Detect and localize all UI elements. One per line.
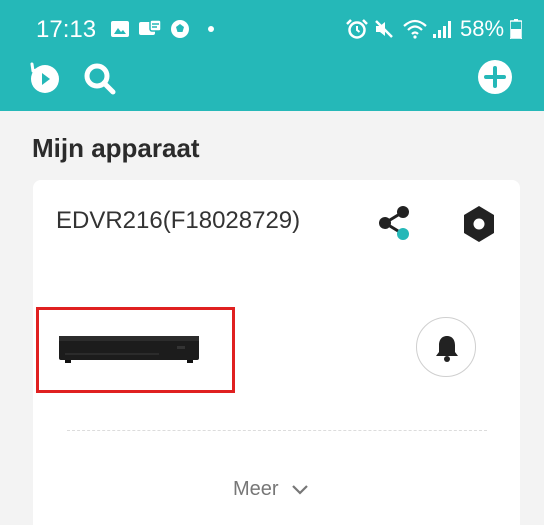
device-card[interactable]: EDVR216(F18028729) Meer	[33, 180, 520, 525]
wifi-icon	[403, 19, 427, 39]
message-icon	[139, 19, 162, 35]
chevron-down-icon[interactable]	[290, 483, 310, 497]
notification-dot	[208, 26, 214, 32]
card-divider	[67, 430, 487, 431]
mute-icon	[375, 20, 393, 38]
status-bar: 17:13 58%	[0, 0, 544, 56]
playback-icon[interactable]	[29, 61, 61, 95]
add-icon[interactable]	[477, 59, 513, 95]
section-title: Mijn apparaat	[32, 133, 200, 163]
share-icon[interactable]	[375, 204, 413, 242]
device-thumbnail[interactable]	[36, 307, 235, 393]
battery-percentage: 58%	[460, 16, 505, 41]
dvr-device-image	[59, 336, 199, 363]
soccer-icon	[171, 20, 189, 38]
settings-icon[interactable]	[461, 204, 497, 244]
signal-icon	[433, 21, 451, 38]
search-icon[interactable]	[83, 62, 117, 96]
app-header: 17:13 58%	[0, 0, 544, 111]
alarm-bell-button[interactable]	[416, 317, 476, 377]
alarm-icon	[346, 19, 368, 39]
device-name: EDVR216(F18028729)	[56, 207, 301, 234]
battery-icon	[510, 19, 522, 39]
bell-icon	[436, 336, 458, 362]
status-time: 17:13	[36, 16, 97, 43]
gallery-icon	[111, 21, 129, 37]
more-button[interactable]: Meer	[233, 478, 279, 501]
